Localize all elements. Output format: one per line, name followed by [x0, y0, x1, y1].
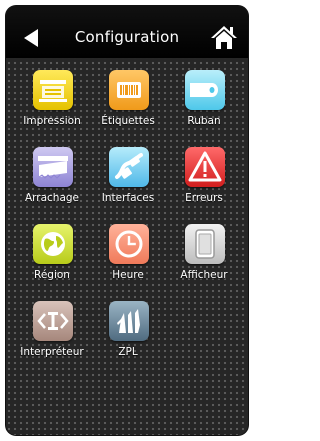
tear-off-icon [33, 147, 73, 187]
interpreter-icon [33, 301, 73, 341]
menu-item-label: ZPL [118, 346, 138, 358]
menu-item-arrachage[interactable]: Arrachage [12, 147, 92, 217]
menu-item-label: Impression [23, 115, 81, 127]
title-bar: Configuration [6, 6, 248, 58]
menu-item-region[interactable]: Région [12, 224, 92, 294]
menu-item-ruban[interactable]: Ruban [164, 70, 244, 140]
home-icon [211, 26, 237, 49]
menu-item-impression[interactable]: Impression [12, 70, 92, 140]
menu-item-etiquettes[interactable]: Étiquettes [88, 70, 168, 140]
interfaces-icon [109, 147, 149, 187]
warning-icon [185, 147, 225, 187]
menu-item-label: Heure [112, 269, 144, 281]
menu-item-erreurs[interactable]: Erreurs [164, 147, 244, 217]
menu-item-afficheur[interactable]: Afficheur [164, 224, 244, 294]
clock-icon [109, 224, 149, 264]
menu-item-label: Étiquettes [101, 115, 155, 127]
menu-item-interfaces[interactable]: Interfaces [88, 147, 168, 217]
menu-item-label: Arrachage [24, 192, 80, 204]
globe-icon [33, 224, 73, 264]
menu-item-label: Afficheur [180, 269, 228, 281]
menu-item-label: Région [34, 269, 70, 281]
device-screen: Configuration Impression Étiquettes Ruba… [6, 6, 248, 435]
print-icon [33, 70, 73, 110]
zebra-icon [109, 301, 149, 341]
ribbon-icon [185, 70, 225, 110]
home-button[interactable] [210, 24, 238, 50]
menu-item-label: Interpréteur [20, 346, 84, 358]
menu-item-zpl[interactable]: ZPL [88, 301, 168, 371]
menu-item-label: Erreurs [185, 192, 223, 204]
menu-item-interpreteur[interactable]: Interpréteur [12, 301, 92, 371]
menu-item-heure[interactable]: Heure [88, 224, 168, 294]
menu-item-label: Ruban [187, 115, 221, 127]
menu-item-label: Interfaces [101, 192, 155, 204]
label-icon [109, 70, 149, 110]
display-icon [185, 224, 225, 264]
